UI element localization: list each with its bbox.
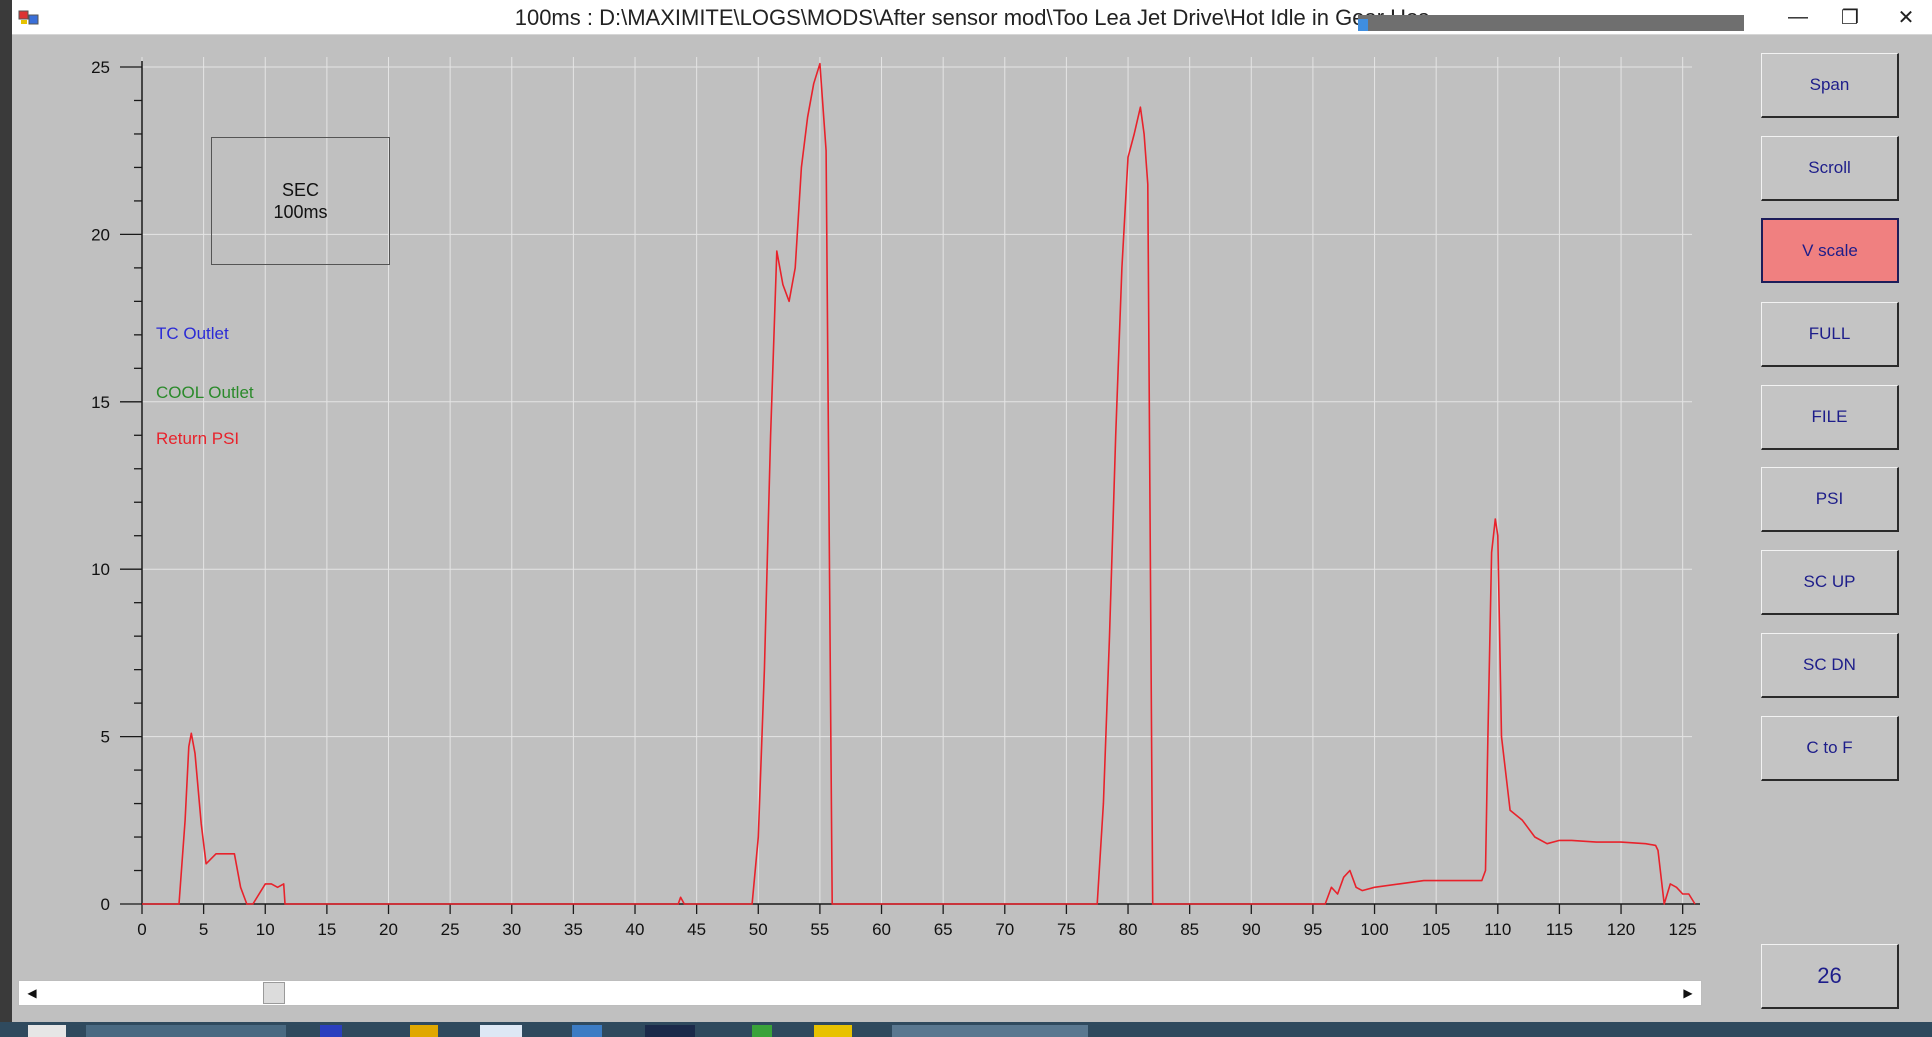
x-tick-label: 75 — [1057, 920, 1076, 939]
x-tick-label: 85 — [1180, 920, 1199, 939]
x-tick-label: 25 — [441, 920, 460, 939]
legend-cool-outlet: COOL Outlet — [156, 383, 254, 402]
scroll-left-arrow-icon[interactable]: ◀ — [19, 981, 45, 1005]
x-tick-label: 65 — [934, 920, 953, 939]
close-icon: ✕ — [1897, 6, 1915, 29]
time-scale-box: SEC 100ms — [211, 137, 390, 265]
taskbar — [0, 1022, 1932, 1037]
taskbar-app-icon[interactable] — [645, 1025, 695, 1037]
x-tick-label: 60 — [872, 920, 891, 939]
y-tick-label: 15 — [91, 393, 110, 412]
x-tick-label: 40 — [626, 920, 645, 939]
x-tick-label: 90 — [1242, 920, 1261, 939]
x-tick-label: 120 — [1607, 920, 1635, 939]
x-tick-label: 50 — [749, 920, 768, 939]
scroll-button[interactable]: Scroll — [1761, 136, 1899, 201]
x-tick-label: 125 — [1668, 920, 1696, 939]
minimize-icon: — — [1788, 5, 1808, 28]
scroll-right-arrow-icon[interactable]: ▶ — [1675, 981, 1701, 1005]
taskbar-app-icon[interactable] — [572, 1025, 602, 1037]
x-tick-label: 5 — [199, 920, 208, 939]
time-unit-label: SEC — [281, 180, 319, 200]
x-tick-label: 70 — [995, 920, 1014, 939]
taskbar-item[interactable] — [892, 1025, 1088, 1037]
counter-display: 26 — [1761, 944, 1899, 1009]
c-to-f-button[interactable]: C to F — [1761, 716, 1899, 781]
legend-return-psi: Return PSI — [156, 429, 240, 448]
progress-marker — [1358, 19, 1368, 31]
title-bar[interactable]: 100ms : D:\MAXIMITE\LOGS\MODS\After sens… — [12, 0, 1932, 35]
x-tick-label: 35 — [564, 920, 583, 939]
x-tick-label: 115 — [1546, 920, 1573, 939]
psi-button[interactable]: PSI — [1761, 467, 1899, 532]
y-tick-label: 20 — [91, 225, 110, 244]
x-tick-label: 95 — [1303, 920, 1322, 939]
legend-tc-outlet: TC Outlet — [156, 324, 229, 343]
taskbar-item[interactable] — [86, 1025, 286, 1037]
x-tick-label: 10 — [256, 920, 275, 939]
span-button[interactable]: Span — [1761, 53, 1899, 118]
y-tick-label: 0 — [101, 895, 110, 914]
restore-icon: ❐ — [1841, 6, 1859, 29]
y-tick-label: 5 — [101, 728, 110, 747]
scrollbar-thumb[interactable] — [263, 982, 285, 1004]
y-tick-label: 10 — [91, 560, 110, 579]
x-tick-label: 55 — [810, 920, 829, 939]
taskbar-app-icon[interactable] — [320, 1025, 342, 1037]
taskbar-app-icon[interactable] — [814, 1025, 852, 1037]
desktop-edge — [0, 0, 12, 1037]
sc-up-button[interactable]: SC UP — [1761, 550, 1899, 615]
x-tick-label: 100 — [1360, 920, 1388, 939]
y-tick-label: 25 — [91, 58, 110, 77]
sc-dn-button[interactable]: SC DN — [1761, 633, 1899, 698]
taskbar-app-icon[interactable] — [410, 1025, 438, 1037]
x-tick-label: 110 — [1484, 920, 1511, 939]
close-button[interactable]: ✕ — [1885, 2, 1927, 32]
full-button[interactable]: FULL — [1761, 302, 1899, 367]
x-tick-label: 45 — [687, 920, 706, 939]
x-tick-label: 20 — [379, 920, 398, 939]
x-tick-label: 30 — [502, 920, 521, 939]
horizontal-scrollbar[interactable]: ◀ ▶ — [18, 980, 1702, 1006]
taskbar-app-icon[interactable] — [480, 1025, 522, 1037]
taskbar-app-icon[interactable] — [752, 1025, 772, 1037]
x-tick-label: 80 — [1119, 920, 1138, 939]
x-tick-label: 105 — [1422, 920, 1450, 939]
vscale-button[interactable]: V scale — [1761, 218, 1899, 283]
start-icon[interactable] — [28, 1025, 66, 1037]
time-interval-label: 100ms — [273, 202, 328, 222]
x-tick-label: 0 — [137, 920, 146, 939]
restore-button[interactable]: ❐ — [1829, 2, 1871, 32]
x-tick-label: 15 — [317, 920, 336, 939]
minimize-button[interactable]: — — [1777, 2, 1819, 32]
file-button[interactable]: FILE — [1761, 385, 1899, 450]
title-progress-bar — [1358, 15, 1744, 31]
